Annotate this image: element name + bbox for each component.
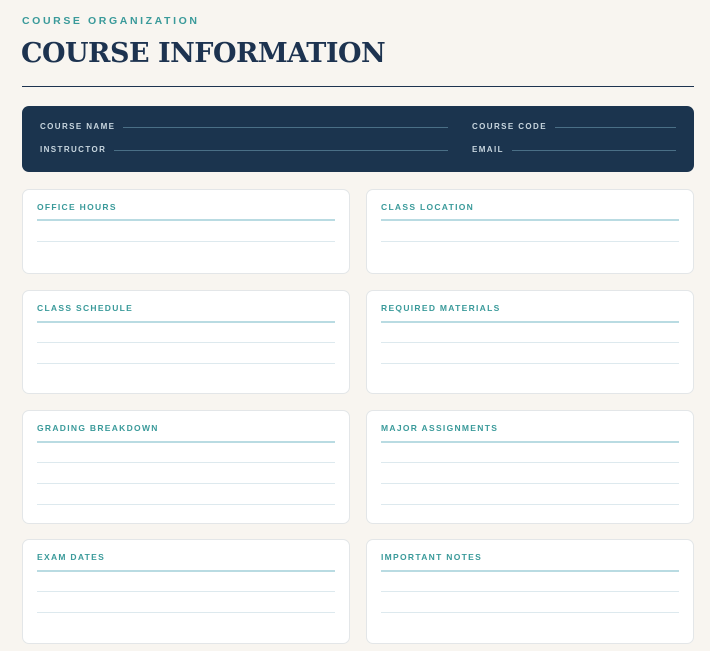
instructor-line	[114, 149, 448, 151]
email-line	[511, 149, 676, 151]
writing-line	[37, 219, 335, 221]
office-hours-label: OFFICE HOURS	[37, 202, 117, 212]
class-schedule-card[interactable]: CLASS SCHEDULE	[22, 290, 350, 394]
major-assignments-card[interactable]: MAJOR ASSIGNMENTS	[366, 410, 694, 524]
writing-line	[381, 342, 679, 343]
writing-line	[37, 441, 335, 443]
class-location-label: CLASS LOCATION	[381, 202, 475, 212]
important-notes-label: IMPORTANT NOTES	[381, 552, 483, 562]
writing-line	[37, 591, 335, 592]
required-materials-card[interactable]: REQUIRED MATERIALS	[366, 290, 694, 394]
writing-line	[381, 241, 679, 242]
exam-dates-card[interactable]: EXAM DATES	[22, 539, 350, 644]
class-schedule-label: CLASS SCHEDULE	[37, 303, 134, 313]
writing-line	[37, 612, 335, 613]
writing-line	[381, 321, 679, 323]
important-notes-card[interactable]: IMPORTANT NOTES	[366, 539, 694, 644]
writing-line	[381, 591, 679, 592]
course-code-label: COURSE CODE	[472, 121, 547, 131]
writing-line	[381, 504, 679, 505]
writing-line	[37, 342, 335, 343]
title-divider	[22, 86, 694, 87]
writing-line	[381, 483, 679, 484]
course-name-field[interactable]: COURSE NAME	[40, 120, 448, 132]
office-hours-card[interactable]: OFFICE HOURS	[22, 189, 350, 274]
writing-line	[381, 219, 679, 221]
course-details-banner: COURSE NAME COURSE CODE INSTRUCTOR EMAIL	[22, 106, 694, 172]
page-eyebrow: COURSE ORGANIZATION	[22, 15, 200, 27]
grading-breakdown-card[interactable]: GRADING BREAKDOWN	[22, 410, 350, 524]
instructor-field[interactable]: INSTRUCTOR	[40, 143, 448, 155]
writing-line	[381, 441, 679, 443]
major-assignments-label: MAJOR ASSIGNMENTS	[381, 423, 499, 433]
writing-line	[37, 570, 335, 572]
course-code-field[interactable]: COURSE CODE	[472, 120, 676, 132]
instructor-label: INSTRUCTOR	[40, 144, 107, 154]
writing-line	[381, 612, 679, 613]
writing-line	[381, 462, 679, 463]
class-location-card[interactable]: CLASS LOCATION	[366, 189, 694, 274]
page-title: COURSE INFORMATION	[21, 38, 386, 69]
grading-breakdown-label: GRADING BREAKDOWN	[37, 423, 159, 433]
course-name-label: COURSE NAME	[40, 121, 116, 131]
writing-line	[37, 504, 335, 505]
writing-line	[37, 483, 335, 484]
exam-dates-label: EXAM DATES	[37, 552, 106, 562]
writing-line	[37, 241, 335, 242]
writing-line	[381, 363, 679, 364]
writing-line	[37, 363, 335, 364]
course-name-line	[123, 126, 448, 128]
course-code-line	[554, 126, 676, 128]
writing-line	[37, 462, 335, 463]
writing-line	[381, 570, 679, 572]
required-materials-label: REQUIRED MATERIALS	[381, 303, 501, 313]
writing-line	[37, 321, 335, 323]
email-field[interactable]: EMAIL	[472, 143, 676, 155]
email-label: EMAIL	[472, 144, 504, 154]
